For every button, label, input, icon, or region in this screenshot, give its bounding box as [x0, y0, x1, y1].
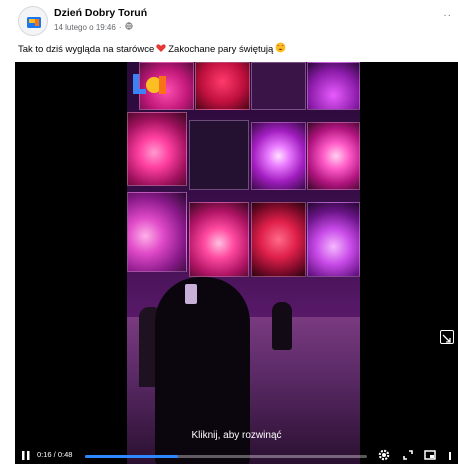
video-logo	[133, 74, 166, 94]
light-tile	[251, 202, 306, 277]
page-avatar[interactable]	[18, 6, 48, 36]
person-silhouette	[272, 302, 292, 350]
caption-text-1: Tak to dziś wygląda na starówce	[18, 43, 155, 55]
author-name[interactable]: Dzień Dobry Toruń	[54, 7, 147, 19]
globe-icon	[124, 22, 133, 32]
play-pause-icon[interactable]	[21, 450, 31, 461]
light-tile	[189, 202, 249, 277]
light-tile	[127, 192, 187, 272]
post-header: Dzień Dobry Toruń 14 lutego o 19:46 · ··…	[0, 0, 458, 62]
light-tile	[189, 120, 249, 190]
progress-bar[interactable]	[85, 455, 367, 458]
pip-icon[interactable]	[423, 448, 437, 462]
light-tile	[307, 122, 360, 190]
more-icon[interactable]	[445, 448, 455, 462]
light-tile	[307, 202, 360, 277]
expand-prompt[interactable]: Kliknij, aby rozwinąć	[15, 430, 458, 441]
video-controls: 0:16 / 0:48	[15, 448, 458, 464]
phone-silhouette	[185, 284, 197, 304]
settings-icon[interactable]	[377, 448, 391, 462]
post-caption: Tak to dziś wygląda na starówce Zakochan…	[18, 42, 288, 56]
video-frame	[127, 62, 360, 464]
expand-icon[interactable]	[440, 330, 454, 344]
post-meta: 14 lutego o 19:46 ·	[54, 22, 133, 32]
separator-dot: ·	[118, 22, 122, 32]
video-player[interactable]: Kliknij, aby rozwinąć 0:16 / 0:48	[15, 62, 458, 464]
video-time: 0:16 / 0:48	[37, 450, 73, 459]
light-tile	[307, 62, 360, 110]
post-date[interactable]: 14 lutego o 19:46	[54, 23, 116, 32]
caption-text-2: Zakochane pary świętują	[168, 43, 274, 55]
light-tile	[251, 122, 306, 190]
heart-eyes-emoji	[275, 42, 286, 56]
fullscreen-icon[interactable]	[401, 448, 415, 462]
light-tile	[251, 62, 306, 110]
more-options-icon[interactable]: ··	[443, 10, 452, 21]
heart-emoji	[156, 43, 166, 56]
progress-fill	[85, 455, 179, 458]
light-tile	[195, 62, 250, 110]
light-tile	[127, 112, 187, 186]
